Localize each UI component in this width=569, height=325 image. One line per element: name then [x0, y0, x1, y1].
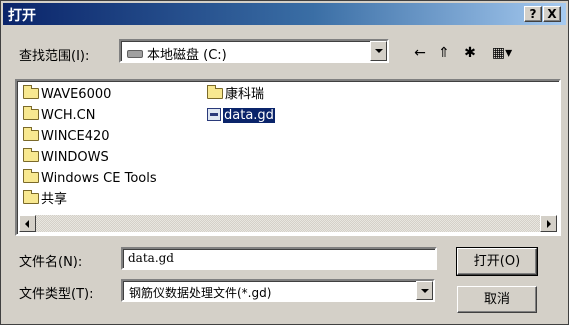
folder-icon: [23, 127, 39, 141]
folder-icon: [23, 106, 39, 120]
filetype-dropdown[interactable]: 钢筋仪数据处理文件(*.gd): [121, 279, 435, 302]
list-item[interactable]: Windows CE Tools: [23, 169, 157, 188]
scroll-left-button[interactable]: [19, 215, 36, 232]
filetype-dropdown-button[interactable]: [416, 281, 433, 300]
item-name: 共享: [41, 192, 68, 207]
filename-label: 文件名(N):: [19, 255, 83, 270]
lookin-dropdown[interactable]: 本地磁盘 (C:): [119, 39, 389, 63]
list-item[interactable]: WINDOWS: [23, 148, 109, 167]
folder-icon: [23, 169, 39, 183]
item-name: 康科瑞: [225, 87, 265, 102]
help-button[interactable]: ?: [524, 6, 542, 22]
open-button[interactable]: 打开(O): [456, 247, 538, 276]
folder-icon: [23, 148, 39, 162]
list-item[interactable]: WAVE6000: [23, 85, 112, 104]
list-item[interactable]: WINCE420: [23, 127, 110, 146]
filetype-label: 文件类型(T):: [19, 287, 94, 302]
scroll-right-button[interactable]: [540, 215, 557, 232]
horizontal-scrollbar[interactable]: [19, 215, 557, 232]
cancel-button[interactable]: 取消: [457, 286, 537, 313]
item-name: Windows CE Tools: [41, 171, 157, 186]
file-list[interactable]: WAVE6000 WCH.CN WINCE420 WINDOWS Windows…: [15, 79, 561, 236]
title-bar[interactable]: 打开 ? X: [3, 3, 566, 25]
lookin-value-wrap: 本地磁盘 (C:): [127, 44, 227, 63]
item-name: WAVE6000: [41, 87, 112, 102]
window-title: 打开: [8, 8, 36, 24]
lookin-dropdown-button[interactable]: [370, 41, 387, 61]
filename-value: data.gd: [128, 251, 174, 265]
filetype-value: 钢筋仪数据处理文件(*.gd): [129, 286, 272, 300]
list-item[interactable]: WCH.CN: [23, 106, 96, 125]
list-item[interactable]: 康科瑞: [207, 85, 265, 104]
item-name: WINDOWS: [41, 150, 109, 165]
back-icon[interactable]: ←: [409, 43, 431, 63]
up-folder-icon[interactable]: ⇑: [433, 43, 455, 63]
view-menu-icon[interactable]: ▦▾: [487, 43, 517, 63]
list-item-selected[interactable]: data.gd: [207, 107, 275, 125]
file-icon: [207, 108, 221, 121]
item-name: data.gd: [223, 108, 275, 123]
drive-icon: [127, 50, 143, 58]
folder-icon: [207, 85, 223, 99]
lookin-label: 查找范围(I):: [19, 49, 90, 64]
list-item[interactable]: 共享: [23, 190, 68, 209]
open-dialog: 打开 ? X 查找范围(I): 本地磁盘 (C:) ← ⇑ ✱ ▦▾ WAVE6…: [0, 0, 569, 325]
lookin-value: 本地磁盘 (C:): [147, 48, 227, 63]
shared-folder-icon: [23, 190, 39, 204]
new-folder-icon[interactable]: ✱: [459, 43, 481, 63]
item-name: WCH.CN: [41, 108, 96, 123]
filename-input[interactable]: data.gd: [121, 247, 437, 270]
item-name: WINCE420: [41, 129, 110, 144]
close-button[interactable]: X: [543, 6, 561, 22]
folder-icon: [23, 85, 39, 99]
